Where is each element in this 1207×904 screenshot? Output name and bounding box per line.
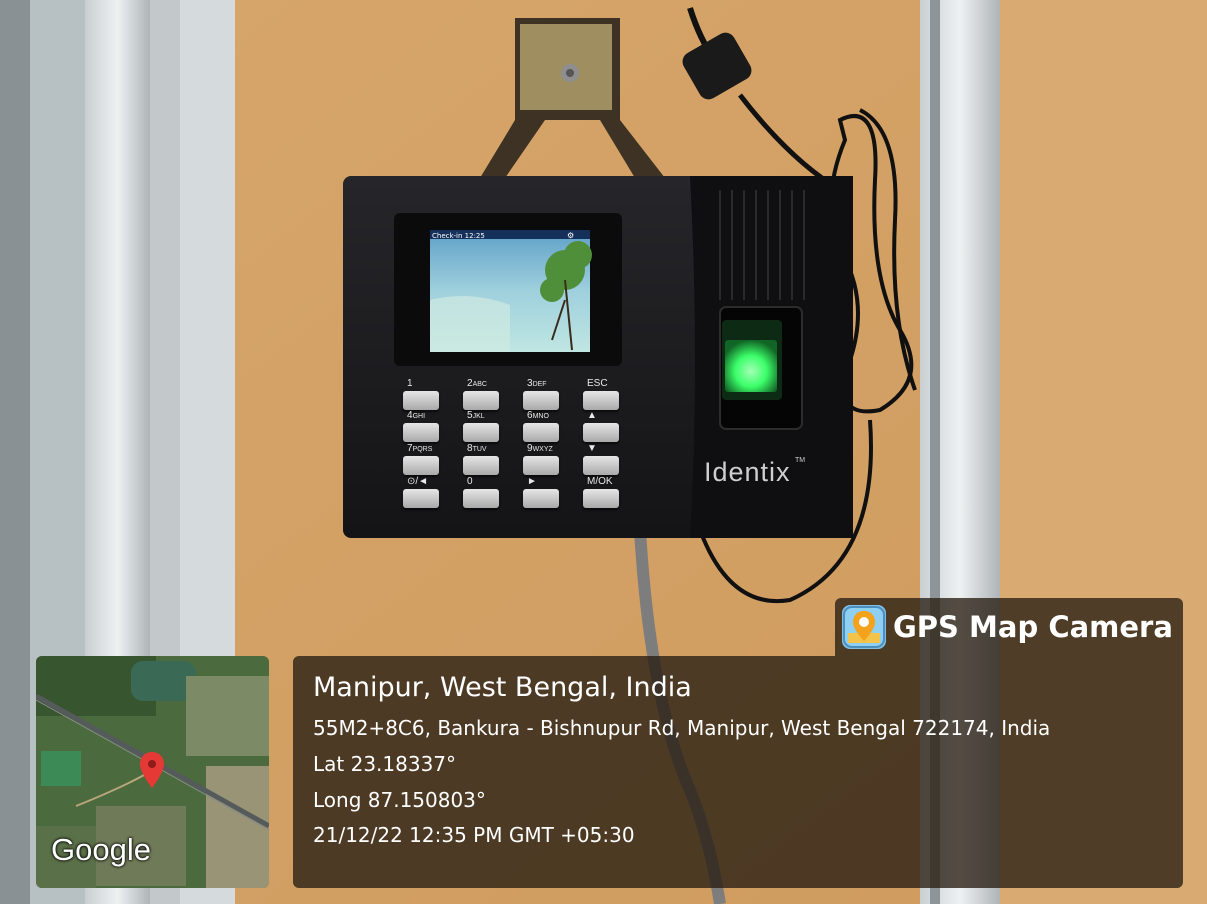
map-pin-camera-icon: [842, 605, 886, 649]
latitude: Lat 23.18337°: [313, 752, 457, 776]
keypad-button[interactable]: [403, 456, 439, 475]
keypad-button[interactable]: [523, 423, 559, 442]
address: 55M2+8C6, Bankura - Bishnupur Rd, Manipu…: [313, 716, 1051, 740]
key-label: 4GHI: [407, 410, 426, 421]
key-label: 2ABC: [467, 378, 487, 389]
app-name: GPS Map Camera: [893, 610, 1173, 644]
keypad-button[interactable]: [583, 423, 619, 442]
key-label: 3DEF: [527, 378, 547, 389]
keypad-button[interactable]: [583, 456, 619, 475]
keypad-button[interactable]: [463, 423, 499, 442]
keypad-button[interactable]: [463, 456, 499, 475]
brand-logo: Identix: [704, 457, 791, 487]
key-label: 1: [407, 378, 413, 389]
longitude: Long 87.150803°: [313, 788, 486, 812]
key-label: 5JKL: [467, 410, 485, 421]
keypad-button[interactable]: [523, 391, 559, 410]
keypad-button[interactable]: [403, 423, 439, 442]
key-label: ▲: [587, 410, 597, 421]
keypad-button[interactable]: [463, 489, 499, 508]
key-label: 0: [467, 476, 473, 487]
map-pin-icon: [140, 752, 164, 788]
keypad-button[interactable]: [463, 391, 499, 410]
key-label: ⊙/◄: [407, 476, 429, 487]
keypad-button[interactable]: [523, 456, 559, 475]
keypad-button[interactable]: [403, 489, 439, 508]
timestamp: 21/12/22 12:35 PM GMT +05:30: [313, 823, 635, 847]
network-icon: ⚙: [567, 231, 575, 240]
keypad-button[interactable]: [583, 489, 619, 508]
key-label: ►: [527, 476, 537, 487]
key-label: ESC: [587, 378, 608, 389]
keypad-button[interactable]: [523, 489, 559, 508]
key-label: ▼: [587, 443, 597, 454]
screen-status-text: Check-in 12:25: [432, 232, 485, 240]
key-label: 7PQRS: [407, 443, 433, 454]
trademark-mark: TM: [795, 457, 806, 464]
key-label: 9WXYZ: [527, 443, 553, 454]
keypad-button[interactable]: [403, 391, 439, 410]
keypad-button[interactable]: [583, 391, 619, 410]
place-name: Manipur, West Bengal, India: [313, 672, 692, 703]
key-label: 8TUV: [467, 443, 487, 454]
key-label: 6MNO: [527, 410, 549, 421]
google-logo: Google: [51, 832, 151, 867]
key-label: M/OK: [587, 476, 613, 487]
